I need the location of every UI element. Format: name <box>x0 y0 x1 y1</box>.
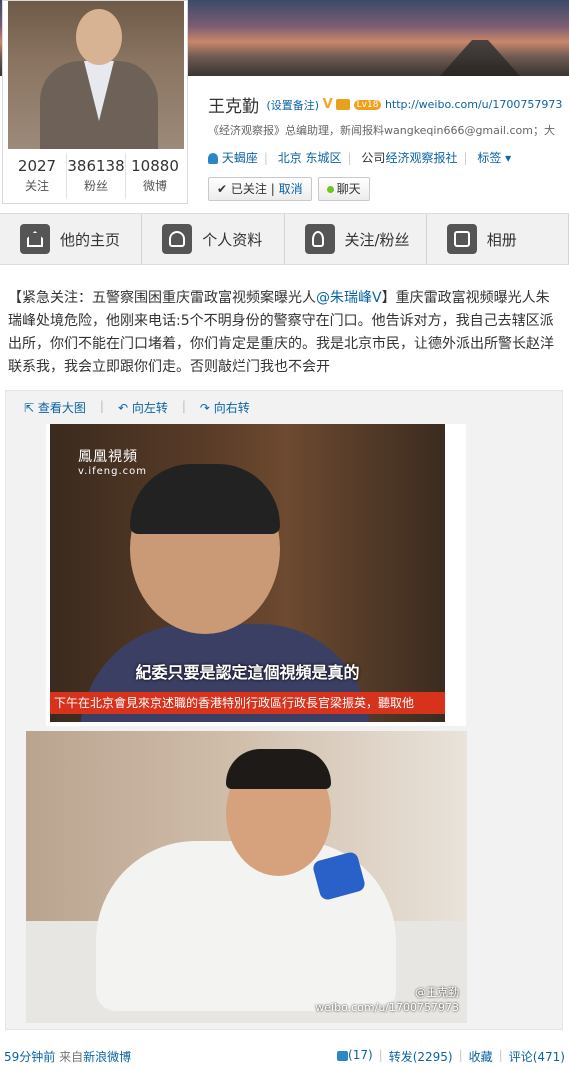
view-large-button[interactable]: ⇱ 查看大图 <box>24 399 86 416</box>
profile-icon <box>162 224 193 254</box>
timestamp-link[interactable]: 59分钟前 <box>4 1050 55 1064</box>
video-screenshot[interactable]: 鳳凰視頻 v.ifeng.com 紀委只要是認定這個視頻是真的 下午在北京會見來京… <box>46 424 466 726</box>
tags-dropdown[interactable]: 标签 <box>477 151 501 165</box>
interview-photo[interactable]: @王克勤 weibo.com/u/1700757973 <box>26 731 467 1023</box>
verified-icon[interactable]: V <box>323 97 333 112</box>
chevron-down-icon: ▾ <box>501 151 512 165</box>
rotate-left-button[interactable]: ↶ 向左转 <box>118 399 168 416</box>
follow-actions: ✔ 已关注 | 取消 聊天 <box>208 177 370 201</box>
profile-bio: 《经济观察报》总编助理，新闻报料wangkeqin666@gmail.com；大 <box>208 124 555 137</box>
fans-icon <box>304 224 335 254</box>
company-link[interactable]: 经济观察报社 <box>385 151 457 165</box>
stat-posts[interactable]: 10880 微博 <box>126 153 184 199</box>
location-link[interactable]: 北京 东城区 <box>278 151 342 165</box>
unfollow-link[interactable]: 取消 <box>279 182 303 196</box>
like-button[interactable]: (17) <box>337 1048 373 1065</box>
news-ticker: 下午在北京會見來京述職的香港特別行政區行政長官梁振英，聽取他 <box>50 692 445 714</box>
comment-button[interactable]: 评论(471) <box>509 1048 565 1065</box>
tab-profile[interactable]: 个人资料 <box>142 214 285 264</box>
repost-button[interactable]: 转发(2295) <box>389 1048 453 1065</box>
stat-fans[interactable]: 386138 粉丝 <box>67 153 126 199</box>
chat-button[interactable]: 聊天 <box>317 177 370 201</box>
post-actions: (17) | 转发(2295) | 收藏 | 评论(471) <box>337 1048 565 1065</box>
video-subtitle: 紀委只要是認定這個視頻是真的 <box>135 663 360 682</box>
profile-tabs: 他的主页 个人资料 关注/粉丝 相册 <box>0 213 569 265</box>
post-footer: 59分钟前 来自新浪微博 (17) | 转发(2295) | 收藏 | 评论(4… <box>0 1040 569 1070</box>
tab-album[interactable]: 相册 <box>427 214 569 264</box>
set-remark-link[interactable]: (设置备注) <box>267 99 320 112</box>
weibo-watermark: @王克勤 weibo.com/u/1700757973 <box>315 986 459 1014</box>
tab-home[interactable]: 他的主页 <box>0 214 143 264</box>
source-link[interactable]: 新浪微博 <box>83 1050 131 1064</box>
name-row: 王克勤 (设置备注) V Lv18 http://weibo.com/u/170… <box>208 92 562 117</box>
stats-row: 2027 关注 386138 粉丝 10880 微博 <box>8 153 184 199</box>
image-preview: ⇱ 查看大图 | ↶ 向左转 | ↷ 向右转 鳳凰視頻 v.ifeng.com 紀… <box>5 390 563 1030</box>
home-icon <box>20 224 50 254</box>
level-badge[interactable]: Lv18 <box>353 99 382 110</box>
stat-following[interactable]: 2027 关注 <box>8 153 67 199</box>
rotate-right-button[interactable]: ↷ 向右转 <box>200 399 250 416</box>
tab-fans[interactable]: 关注/粉丝 <box>285 214 427 264</box>
profile-meta: 天蝎座 | 北京 东城区 | 公司经济观察报社 | 标签 ▾ <box>208 149 511 166</box>
mention-link[interactable]: @朱瑞峰V <box>316 290 382 306</box>
profile-name: 王克勤 <box>208 97 259 117</box>
ifeng-logo: 鳳凰視頻 v.ifeng.com <box>78 449 147 477</box>
favorite-button[interactable]: 收藏 <box>469 1048 493 1065</box>
profile-card: 2027 关注 386138 粉丝 10880 微博 <box>2 0 188 204</box>
post-time: 59分钟前 来自新浪微博 <box>4 1050 132 1064</box>
cover-road <box>440 40 520 76</box>
avatar[interactable] <box>8 1 184 149</box>
image-toolbar: ⇱ 查看大图 | ↶ 向左转 | ↷ 向右转 <box>24 399 250 416</box>
constellation-link[interactable]: 天蝎座 <box>222 151 258 165</box>
profile-url-link[interactable]: http://weibo.com/u/1700757973 <box>385 98 562 111</box>
camera-icon <box>446 224 477 254</box>
thumbs-up-icon <box>337 1050 349 1061</box>
person-icon <box>208 153 218 164</box>
post-text: 【紧急关注：五警察围困重庆雷政富视频案曝光人@朱瑞峰V】重庆雷政富视频曝光人朱瑞… <box>8 290 554 375</box>
company-label: 公司 <box>361 151 386 165</box>
online-dot-icon <box>326 186 334 193</box>
following-button[interactable]: ✔ 已关注 | 取消 <box>208 177 312 201</box>
crown-icon[interactable] <box>336 99 351 110</box>
